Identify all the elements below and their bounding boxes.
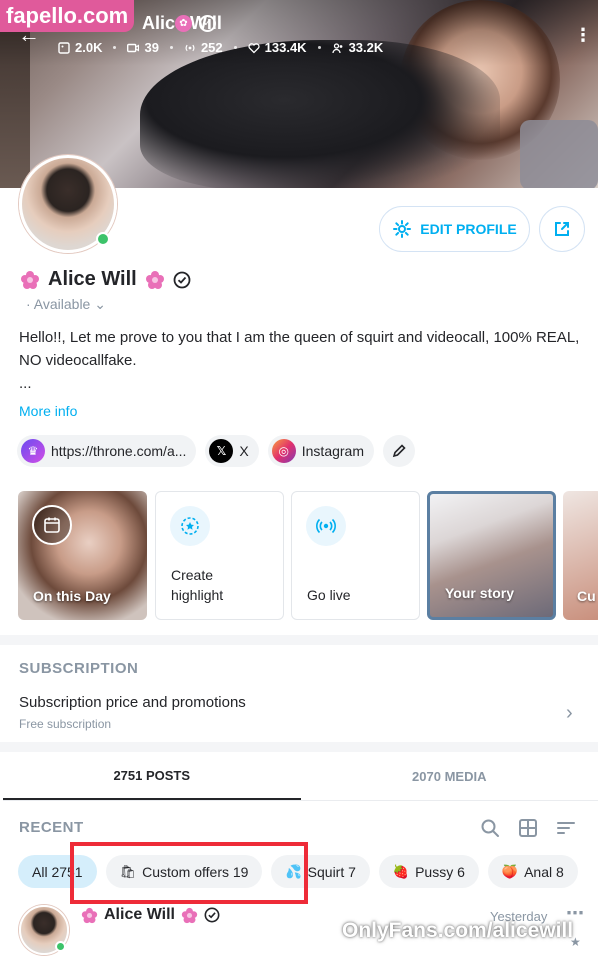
content-tabs: 2751 POSTS 2070 MEDIA <box>3 752 598 801</box>
share-button[interactable] <box>539 206 585 252</box>
recent-title: RECENT <box>19 819 84 836</box>
tab-media[interactable]: 2070 MEDIA <box>301 752 598 800</box>
stat-likes: 133.4K <box>248 40 307 55</box>
subscription-price: Free subscription <box>19 717 112 731</box>
stat-videos: 39 <box>127 40 159 55</box>
subscription-title: SUBSCRIPTION <box>19 660 139 677</box>
stat-fans: 33.2K <box>331 40 383 55</box>
highlight-your-story[interactable]: Your story <box>427 491 556 620</box>
share-icon <box>555 222 569 236</box>
x-icon: 𝕏 <box>209 439 234 463</box>
grid-view-icon[interactable] <box>518 818 538 838</box>
fans-icon <box>331 42 342 53</box>
heart-icon <box>248 42 260 53</box>
peach-icon: 🍑 <box>501 863 519 879</box>
post-author-name[interactable]: Alice Will <box>104 906 175 924</box>
online-indicator <box>96 232 110 246</box>
availability-status[interactable]: · Available ⌄ <box>26 296 106 313</box>
online-indicator <box>55 941 66 952</box>
bio-ellipsis: ... <box>19 375 32 392</box>
add-highlight-icon <box>170 506 210 546</box>
stat-streams: 252 <box>184 40 223 55</box>
avatar[interactable] <box>19 155 117 253</box>
highlight-on-this-day[interactable]: On this Day <box>18 491 147 620</box>
section-divider <box>0 635 598 645</box>
highlight-partial[interactable]: Cu <box>563 491 598 620</box>
verified-icon <box>173 271 191 288</box>
search-icon[interactable] <box>480 818 500 838</box>
verified-icon <box>204 907 220 923</box>
gear-icon <box>393 220 412 238</box>
instagram-icon: ◎ <box>271 439 296 463</box>
calendar-icon <box>32 505 72 545</box>
annotation-highlight-box <box>70 842 308 904</box>
profile-stats: 2.0K 39 252 133.4K 33.2K <box>58 40 383 55</box>
throne-icon: ♛ <box>21 439 45 463</box>
profile-bio: Hello!!, Let me prove to you that I am t… <box>19 329 580 369</box>
more-options-icon[interactable]: ⋮ <box>574 26 592 44</box>
live-icon <box>306 506 346 546</box>
highlight-go-live[interactable]: Go live <box>291 491 420 620</box>
flower-badge-icon: ✿ <box>175 15 192 32</box>
strawberry-icon: 🍓 <box>392 863 410 879</box>
filter-pussy[interactable]: 🍓 Pussy 6 <box>378 855 479 888</box>
post-avatar[interactable] <box>19 905 69 955</box>
watermark-fapello: fapello.com <box>0 0 135 32</box>
filter-anal[interactable]: 🍑 Anal 8 <box>487 855 578 888</box>
subscription-link[interactable]: Subscription price and promotions <box>19 694 246 711</box>
flower-icon <box>81 907 98 923</box>
link-x[interactable]: 𝕏 X <box>205 435 259 467</box>
tab-posts[interactable]: 2751 POSTS <box>3 752 301 800</box>
section-divider <box>0 742 598 752</box>
pencil-icon <box>392 444 406 458</box>
profile-name-row: Alice Will <box>20 268 191 291</box>
video-icon <box>127 43 140 52</box>
flower-icon <box>145 270 164 289</box>
profile-name: Alice Will <box>48 268 137 290</box>
flower-icon <box>181 907 198 923</box>
verified-icon: ✓ <box>199 15 216 32</box>
flower-icon <box>21 270 39 289</box>
link-instagram[interactable]: ◎ Instagram <box>267 435 374 467</box>
image-icon <box>58 41 70 54</box>
watermark-onlyfans: OnlyFans.com/alicewill <box>342 919 574 942</box>
social-links: ♛ https://throne.com/a... 𝕏 X ◎ Instagra… <box>17 435 415 467</box>
post-author-row: Alice Will <box>81 906 220 924</box>
sort-icon[interactable] <box>556 818 576 838</box>
stat-photos: 2.0K <box>58 40 102 55</box>
edit-links-button[interactable] <box>383 435 415 467</box>
link-throne[interactable]: ♛ https://throne.com/a... <box>17 435 197 467</box>
chevron-right-icon[interactable]: › <box>566 702 573 725</box>
highlight-create[interactable]: Create highlight <box>155 491 284 620</box>
feed-tools <box>480 818 576 838</box>
highlights-row: On this Day Create highlight Go live You… <box>18 491 598 621</box>
edit-profile-button[interactable]: EDIT PROFILE <box>379 206 530 252</box>
live-icon <box>185 44 195 51</box>
more-info-link[interactable]: More info <box>19 403 77 419</box>
